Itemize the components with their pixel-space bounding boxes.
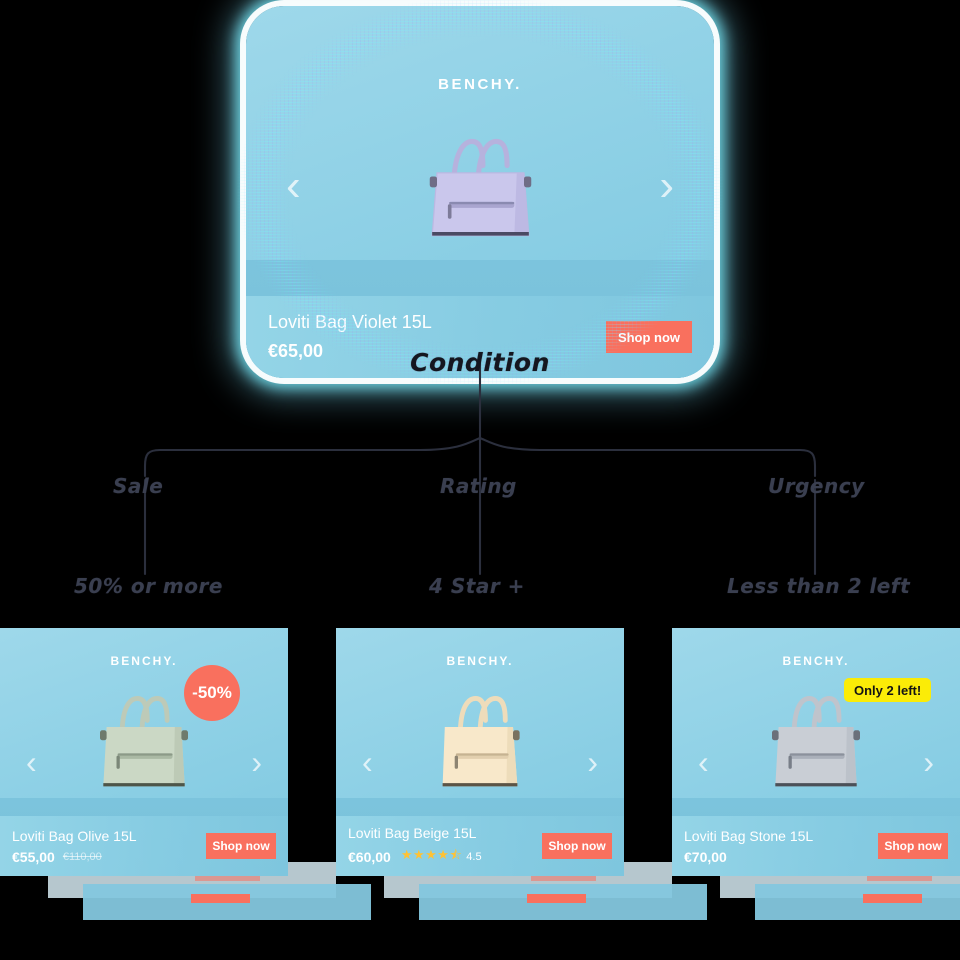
product-price: €55,00 bbox=[12, 848, 55, 865]
branch-label-rating: Rating bbox=[440, 474, 517, 498]
branch-label-urgency: Urgency bbox=[768, 474, 865, 498]
product-title: Loviti Bag Violet 15L bbox=[268, 312, 432, 332]
carousel-next-icon[interactable]: › bbox=[659, 164, 674, 208]
carousel-prev-icon[interactable]: ‹ bbox=[362, 746, 373, 778]
shop-now-button[interactable]: Shop now bbox=[878, 833, 948, 859]
card-info-text: Loviti Bag Olive 15L €55,00 €110,00 bbox=[12, 828, 137, 865]
shop-now-button[interactable]: Shop now bbox=[206, 833, 276, 859]
product-title: Loviti Bag Beige 15L bbox=[348, 824, 477, 841]
product-image-hero bbox=[246, 110, 714, 255]
card-info-bar: Loviti Bag Olive 15L €55,00 €110,00 Shop… bbox=[0, 816, 288, 876]
product-image-beige bbox=[336, 662, 624, 804]
rating-stars-icon: ★★★★⯪ bbox=[400, 846, 463, 862]
carousel-prev-icon[interactable]: ‹ bbox=[286, 164, 301, 208]
leaf-label-urgency: Less than 2 left bbox=[727, 574, 911, 598]
product-price: €60,00 bbox=[348, 848, 391, 865]
leaf-label-rating: 4 Star + bbox=[429, 574, 525, 598]
product-old-price: €110,00 bbox=[62, 850, 102, 863]
price-row: €70,00 bbox=[684, 849, 813, 865]
leaf-label-sale: 50% or more bbox=[74, 574, 223, 598]
urgency-badge: Only 2 left! bbox=[844, 678, 932, 702]
carousel-prev-icon[interactable]: ‹ bbox=[698, 746, 709, 778]
sale-badge: -50% bbox=[184, 665, 240, 721]
product-title: Loviti Bag Olive 15L bbox=[12, 827, 137, 844]
product-title: Loviti Bag Stone 15L bbox=[684, 827, 814, 844]
canvas: BENCHY. ‹ › Loviti Bag Violet 15L €65,00… bbox=[0, 0, 960, 960]
product-card-rating[interactable]: BENCHY. ‹ › Loviti Bag Beige 15L €60,00 … bbox=[336, 628, 624, 876]
carousel-next-icon[interactable]: › bbox=[251, 746, 262, 778]
product-card-urgency[interactable]: BENCHY. Only 2 left! ‹ › Loviti Bag Ston… bbox=[672, 628, 960, 876]
brand-logo: BENCHY. bbox=[438, 76, 522, 93]
carousel-next-icon[interactable]: › bbox=[587, 746, 598, 778]
carousel-next-icon[interactable]: › bbox=[923, 746, 934, 778]
hero-product-card[interactable]: BENCHY. ‹ › Loviti Bag Violet 15L €65,00… bbox=[246, 6, 714, 378]
product-price: €70,00 bbox=[684, 848, 727, 865]
card-info-bar: Loviti Bag Stone 15L €70,00 Shop now bbox=[672, 816, 960, 876]
product-card-sale[interactable]: BENCHY. -50% ‹ › Loviti Bag Olive 15L €5… bbox=[0, 628, 288, 876]
branch-label-sale: Sale bbox=[113, 474, 164, 498]
price-row: €60,00 ★★★★⯪ 4.5 bbox=[348, 846, 482, 868]
card-info-text: Loviti Bag Stone 15L €70,00 bbox=[684, 828, 813, 865]
card-info-text: Loviti Bag Beige 15L €60,00 ★★★★⯪ 4.5 bbox=[348, 825, 482, 868]
product-image-olive bbox=[0, 662, 288, 804]
carousel-prev-icon[interactable]: ‹ bbox=[26, 746, 37, 778]
card-info-bar: Loviti Bag Beige 15L €60,00 ★★★★⯪ 4.5 Sh… bbox=[336, 816, 624, 876]
rating-value: 4.5 bbox=[466, 850, 482, 863]
tree-root-label: Condition bbox=[410, 348, 550, 377]
shop-now-button[interactable]: Shop now bbox=[542, 833, 612, 859]
price-row: €55,00 €110,00 bbox=[12, 849, 137, 865]
